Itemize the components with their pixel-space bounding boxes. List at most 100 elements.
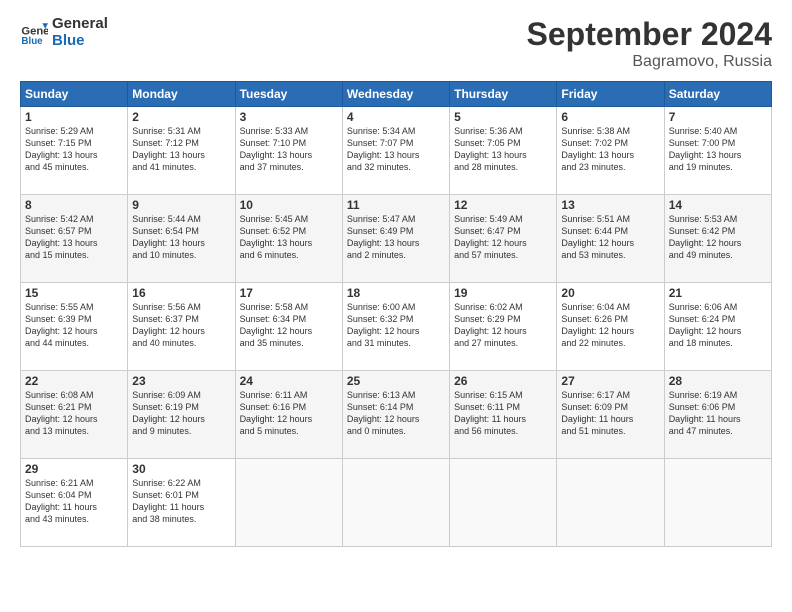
cell-info: Sunrise: 5:58 AMSunset: 6:34 PMDaylight:… xyxy=(240,301,338,350)
day-number: 15 xyxy=(25,286,123,300)
logo-blue: Blue xyxy=(52,33,108,50)
logo-general: General xyxy=(52,16,108,33)
calendar-cell: 14Sunrise: 5:53 AMSunset: 6:42 PMDayligh… xyxy=(664,195,771,283)
month-title: September 2024 xyxy=(527,16,772,53)
logo: General Blue General Blue xyxy=(20,16,108,49)
calendar-cell: 19Sunrise: 6:02 AMSunset: 6:29 PMDayligh… xyxy=(450,283,557,371)
day-number: 2 xyxy=(132,110,230,124)
cell-info: Sunrise: 5:45 AMSunset: 6:52 PMDaylight:… xyxy=(240,213,338,262)
day-number: 18 xyxy=(347,286,445,300)
col-friday: Friday xyxy=(557,82,664,107)
calendar-cell: 8Sunrise: 5:42 AMSunset: 6:57 PMDaylight… xyxy=(21,195,128,283)
calendar-cell: 29Sunrise: 6:21 AMSunset: 6:04 PMDayligh… xyxy=(21,459,128,547)
cell-info: Sunrise: 5:42 AMSunset: 6:57 PMDaylight:… xyxy=(25,213,123,262)
svg-text:Blue: Blue xyxy=(21,36,43,47)
cell-info: Sunrise: 6:00 AMSunset: 6:32 PMDaylight:… xyxy=(347,301,445,350)
calendar-cell: 10Sunrise: 5:45 AMSunset: 6:52 PMDayligh… xyxy=(235,195,342,283)
day-number: 21 xyxy=(669,286,767,300)
cell-info: Sunrise: 6:08 AMSunset: 6:21 PMDaylight:… xyxy=(25,389,123,438)
cell-info: Sunrise: 5:53 AMSunset: 6:42 PMDaylight:… xyxy=(669,213,767,262)
calendar-cell xyxy=(235,459,342,547)
calendar-cell: 25Sunrise: 6:13 AMSunset: 6:14 PMDayligh… xyxy=(342,371,449,459)
col-sunday: Sunday xyxy=(21,82,128,107)
calendar-table: SundayMondayTuesdayWednesdayThursdayFrid… xyxy=(20,81,772,547)
day-number: 5 xyxy=(454,110,552,124)
day-number: 1 xyxy=(25,110,123,124)
calendar-cell: 24Sunrise: 6:11 AMSunset: 6:16 PMDayligh… xyxy=(235,371,342,459)
calendar-cell: 2Sunrise: 5:31 AMSunset: 7:12 PMDaylight… xyxy=(128,107,235,195)
day-number: 9 xyxy=(132,198,230,212)
day-number: 27 xyxy=(561,374,659,388)
day-number: 24 xyxy=(240,374,338,388)
day-number: 26 xyxy=(454,374,552,388)
calendar-cell: 30Sunrise: 6:22 AMSunset: 6:01 PMDayligh… xyxy=(128,459,235,547)
calendar-cell: 11Sunrise: 5:47 AMSunset: 6:49 PMDayligh… xyxy=(342,195,449,283)
col-thursday: Thursday xyxy=(450,82,557,107)
calendar-cell: 27Sunrise: 6:17 AMSunset: 6:09 PMDayligh… xyxy=(557,371,664,459)
calendar-header-row: SundayMondayTuesdayWednesdayThursdayFrid… xyxy=(21,82,772,107)
week-row: 29Sunrise: 6:21 AMSunset: 6:04 PMDayligh… xyxy=(21,459,772,547)
calendar-cell: 1Sunrise: 5:29 AMSunset: 7:15 PMDaylight… xyxy=(21,107,128,195)
calendar-cell: 26Sunrise: 6:15 AMSunset: 6:11 PMDayligh… xyxy=(450,371,557,459)
col-saturday: Saturday xyxy=(664,82,771,107)
week-row: 15Sunrise: 5:55 AMSunset: 6:39 PMDayligh… xyxy=(21,283,772,371)
header: General Blue General Blue September 2024… xyxy=(20,16,772,71)
calendar-cell: 4Sunrise: 5:34 AMSunset: 7:07 PMDaylight… xyxy=(342,107,449,195)
day-number: 22 xyxy=(25,374,123,388)
day-number: 29 xyxy=(25,462,123,476)
day-number: 20 xyxy=(561,286,659,300)
cell-info: Sunrise: 5:33 AMSunset: 7:10 PMDaylight:… xyxy=(240,125,338,174)
col-wednesday: Wednesday xyxy=(342,82,449,107)
col-tuesday: Tuesday xyxy=(235,82,342,107)
calendar-cell: 13Sunrise: 5:51 AMSunset: 6:44 PMDayligh… xyxy=(557,195,664,283)
day-number: 28 xyxy=(669,374,767,388)
cell-info: Sunrise: 5:55 AMSunset: 6:39 PMDaylight:… xyxy=(25,301,123,350)
calendar-body: 1Sunrise: 5:29 AMSunset: 7:15 PMDaylight… xyxy=(21,107,772,547)
cell-info: Sunrise: 6:21 AMSunset: 6:04 PMDaylight:… xyxy=(25,477,123,526)
cell-info: Sunrise: 6:11 AMSunset: 6:16 PMDaylight:… xyxy=(240,389,338,438)
calendar-cell: 21Sunrise: 6:06 AMSunset: 6:24 PMDayligh… xyxy=(664,283,771,371)
cell-info: Sunrise: 6:22 AMSunset: 6:01 PMDaylight:… xyxy=(132,477,230,526)
cell-info: Sunrise: 5:29 AMSunset: 7:15 PMDaylight:… xyxy=(25,125,123,174)
calendar-cell: 6Sunrise: 5:38 AMSunset: 7:02 PMDaylight… xyxy=(557,107,664,195)
calendar-cell: 16Sunrise: 5:56 AMSunset: 6:37 PMDayligh… xyxy=(128,283,235,371)
day-number: 23 xyxy=(132,374,230,388)
cell-info: Sunrise: 5:49 AMSunset: 6:47 PMDaylight:… xyxy=(454,213,552,262)
calendar-cell: 22Sunrise: 6:08 AMSunset: 6:21 PMDayligh… xyxy=(21,371,128,459)
calendar-cell: 12Sunrise: 5:49 AMSunset: 6:47 PMDayligh… xyxy=(450,195,557,283)
day-number: 8 xyxy=(25,198,123,212)
cell-info: Sunrise: 5:56 AMSunset: 6:37 PMDaylight:… xyxy=(132,301,230,350)
day-number: 7 xyxy=(669,110,767,124)
day-number: 3 xyxy=(240,110,338,124)
week-row: 8Sunrise: 5:42 AMSunset: 6:57 PMDaylight… xyxy=(21,195,772,283)
day-number: 13 xyxy=(561,198,659,212)
calendar-cell xyxy=(450,459,557,547)
cell-info: Sunrise: 5:51 AMSunset: 6:44 PMDaylight:… xyxy=(561,213,659,262)
calendar-cell: 3Sunrise: 5:33 AMSunset: 7:10 PMDaylight… xyxy=(235,107,342,195)
week-row: 1Sunrise: 5:29 AMSunset: 7:15 PMDaylight… xyxy=(21,107,772,195)
day-number: 6 xyxy=(561,110,659,124)
calendar-cell xyxy=(664,459,771,547)
calendar-cell: 7Sunrise: 5:40 AMSunset: 7:00 PMDaylight… xyxy=(664,107,771,195)
cell-info: Sunrise: 6:04 AMSunset: 6:26 PMDaylight:… xyxy=(561,301,659,350)
calendar-cell: 17Sunrise: 5:58 AMSunset: 6:34 PMDayligh… xyxy=(235,283,342,371)
day-number: 10 xyxy=(240,198,338,212)
day-number: 25 xyxy=(347,374,445,388)
cell-info: Sunrise: 5:40 AMSunset: 7:00 PMDaylight:… xyxy=(669,125,767,174)
cell-info: Sunrise: 5:34 AMSunset: 7:07 PMDaylight:… xyxy=(347,125,445,174)
cell-info: Sunrise: 6:06 AMSunset: 6:24 PMDaylight:… xyxy=(669,301,767,350)
calendar-cell: 15Sunrise: 5:55 AMSunset: 6:39 PMDayligh… xyxy=(21,283,128,371)
cell-info: Sunrise: 6:13 AMSunset: 6:14 PMDaylight:… xyxy=(347,389,445,438)
cell-info: Sunrise: 6:15 AMSunset: 6:11 PMDaylight:… xyxy=(454,389,552,438)
day-number: 4 xyxy=(347,110,445,124)
calendar-cell: 28Sunrise: 6:19 AMSunset: 6:06 PMDayligh… xyxy=(664,371,771,459)
location: Bagramovo, Russia xyxy=(527,53,772,71)
cell-info: Sunrise: 5:47 AMSunset: 6:49 PMDaylight:… xyxy=(347,213,445,262)
day-number: 11 xyxy=(347,198,445,212)
day-number: 12 xyxy=(454,198,552,212)
calendar-cell xyxy=(557,459,664,547)
cell-info: Sunrise: 6:19 AMSunset: 6:06 PMDaylight:… xyxy=(669,389,767,438)
calendar-cell: 23Sunrise: 6:09 AMSunset: 6:19 PMDayligh… xyxy=(128,371,235,459)
logo-icon: General Blue xyxy=(20,19,48,47)
cell-info: Sunrise: 5:36 AMSunset: 7:05 PMDaylight:… xyxy=(454,125,552,174)
